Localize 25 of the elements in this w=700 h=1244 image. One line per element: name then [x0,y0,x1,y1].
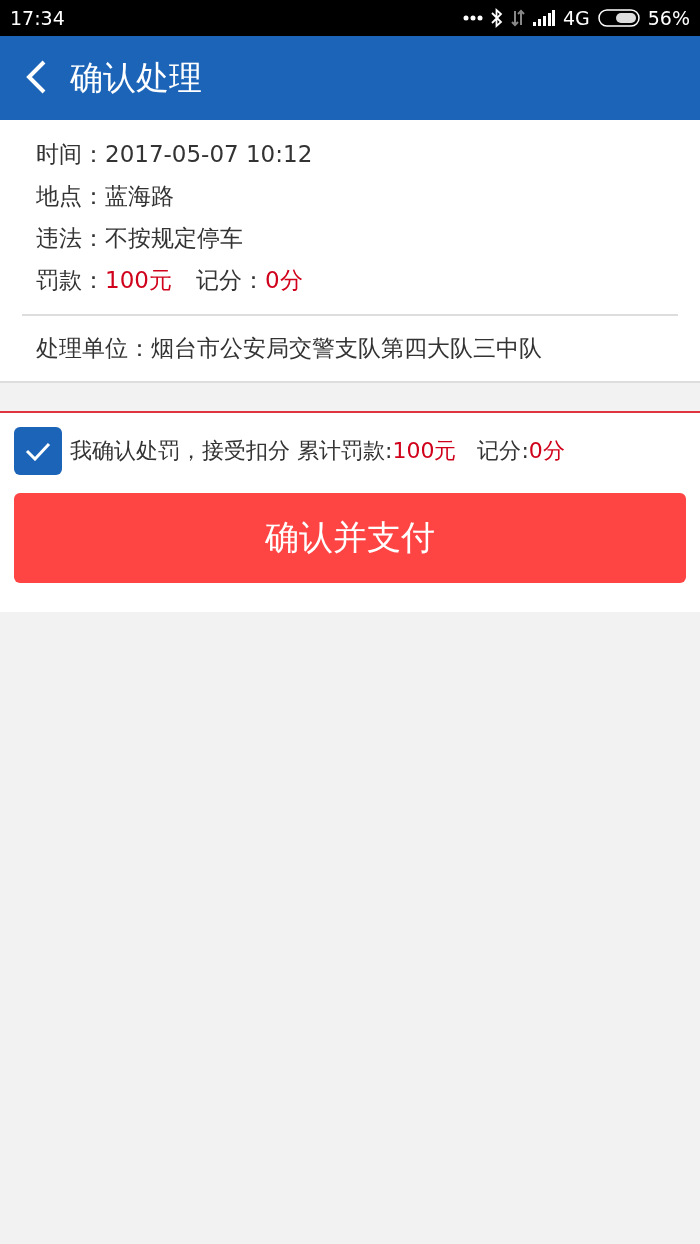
data-arrows-icon [510,9,525,27]
clock: 17:34 [10,7,65,29]
network-type: 4G [562,7,590,29]
checkbox[interactable] [14,427,62,475]
confirm-statement: 我确认处罚，接受扣分 累计罚款:100元 记分:0分 [70,437,565,465]
field-value: 烟台市公安局交警支队第四大队三中队 [151,333,542,363]
field-label: 违法： [36,223,105,253]
check-icon [25,441,51,461]
field-label: 地点： [36,181,105,211]
battery-percent: 56% [647,7,690,29]
field-value: 蓝海路 [105,181,174,211]
fine-amount: 100元 [105,265,172,295]
points-value: 0分 [264,265,303,295]
page-title: 确认处理 [70,56,202,99]
signal-icon [532,10,555,26]
field-value: 不按规定停车 [105,223,243,253]
battery-icon [597,9,640,27]
field-label: 时间： [36,139,105,169]
bluetooth-icon [490,8,503,28]
more-icon [462,15,483,21]
confirm-pay-button[interactable]: 确认并支付 [14,493,686,583]
field-label: 记分： [195,265,265,295]
field-label: 罚款： [36,265,105,295]
field-label: 处理单位： [36,333,151,363]
field-value: 2017-05-07 10:12 [105,141,313,167]
